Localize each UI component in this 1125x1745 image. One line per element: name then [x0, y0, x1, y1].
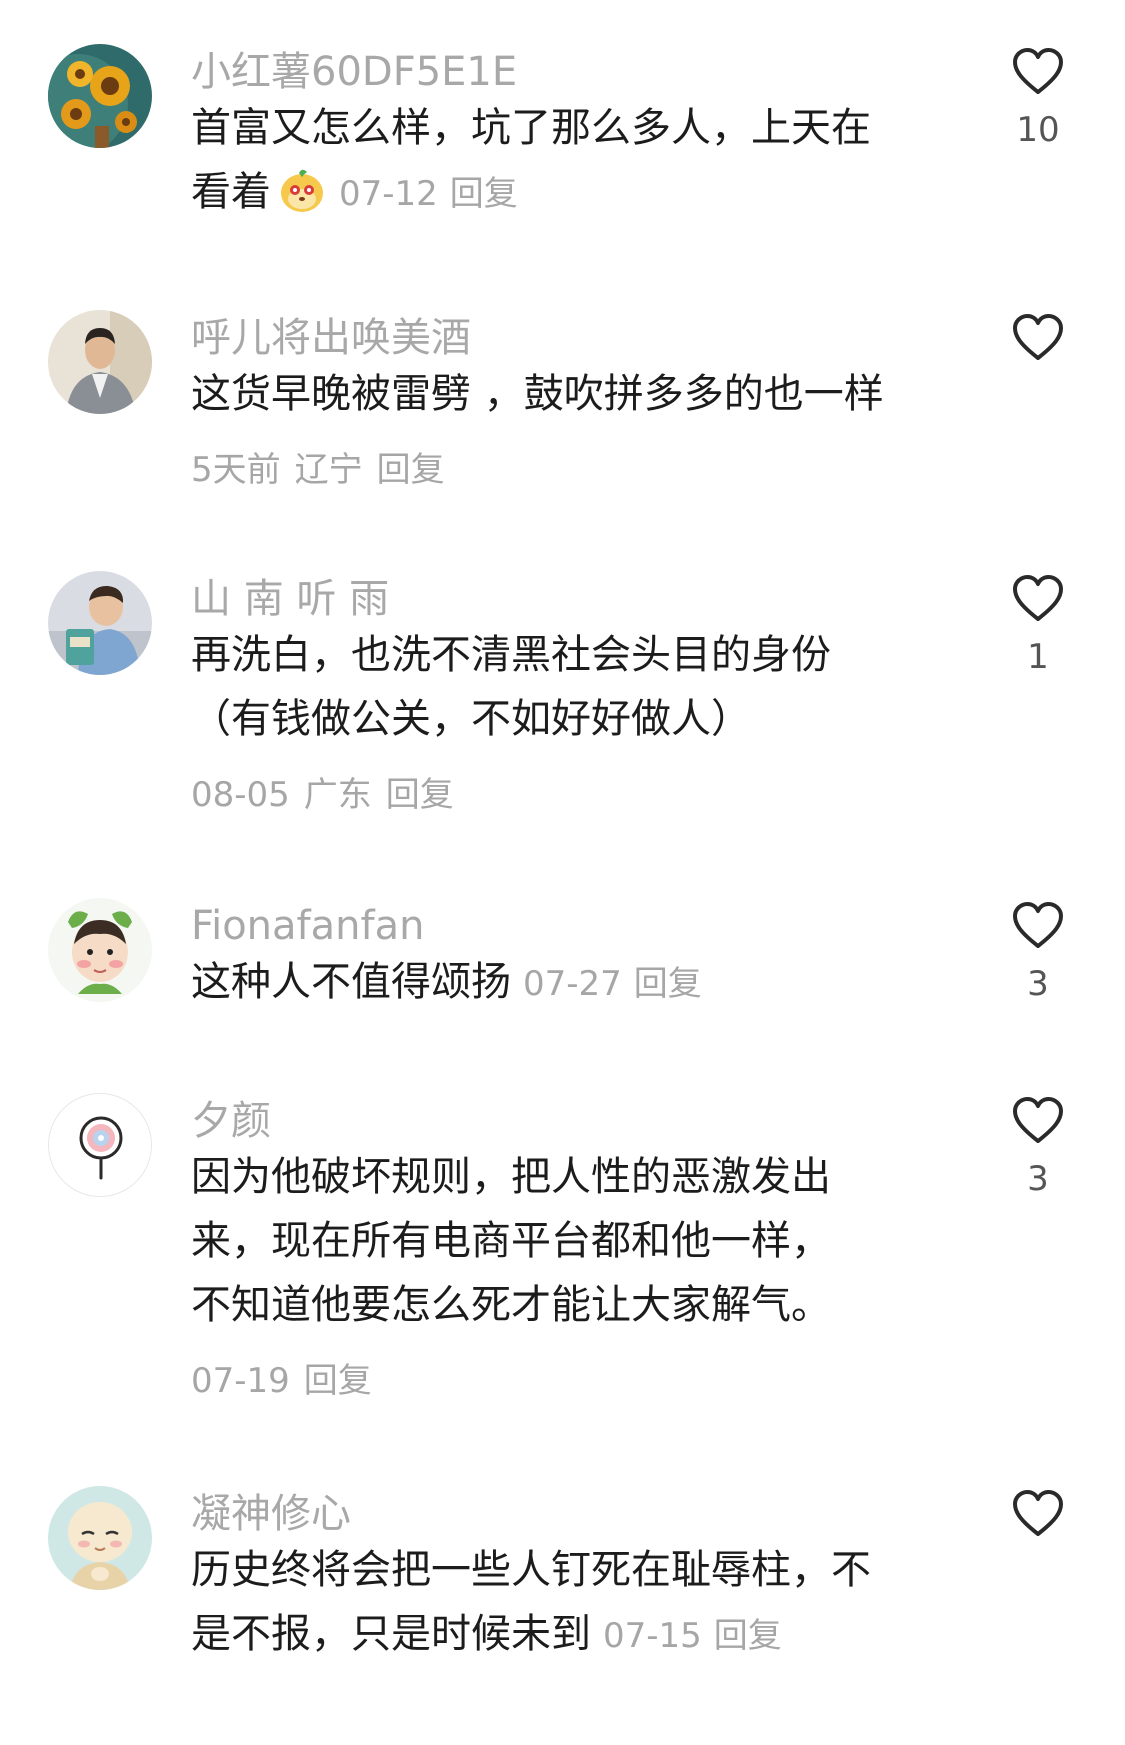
comment-date: 07-27 [523, 964, 622, 1004]
heart-outline-icon [1013, 902, 1063, 948]
comment-date: 07-19 [191, 1361, 290, 1401]
reply-button[interactable]: 回复 [386, 775, 454, 815]
comment-text: 再洗白，也洗不清黑社会头目的身份（有钱做公关，不如好好做人） [191, 632, 831, 742]
comment-date: 5天前 [191, 450, 281, 490]
avatar[interactable] [48, 571, 152, 675]
reply-button[interactable]: 回复 [450, 174, 518, 214]
comment-date: 07-15 [603, 1616, 702, 1656]
username[interactable]: 夕颜 [191, 1099, 271, 1143]
monk-cartoon-avatar-image [48, 1486, 152, 1590]
username[interactable]: 山 南 听 雨 [191, 577, 389, 621]
like-count: 3 [1027, 964, 1049, 1004]
like-button[interactable]: 3 [1005, 902, 1071, 1004]
like-button[interactable]: 1 [1005, 575, 1071, 677]
reply-button[interactable]: 回复 [634, 964, 702, 1004]
comment-text: 因为他破坏规则，把人性的恶激发出来，现在所有电商平台都和他一样，不知道他要怎么死… [191, 1154, 831, 1328]
comment-text-block: 历史终将会把一些人钉死在耻辱柱，不是不报，只是时候未到 07-15 回复 [191, 1538, 871, 1668]
heart-outline-icon [1013, 575, 1063, 621]
sunflower-avatar-image [48, 44, 152, 148]
man-in-suit-avatar-image [48, 310, 152, 414]
username[interactable]: Fionafanfan [191, 904, 424, 948]
like-button[interactable] [1005, 314, 1071, 376]
comment-location: 广东 [303, 775, 372, 815]
baby-cartoon-avatar-image [48, 898, 152, 1002]
like-button[interactable] [1005, 1490, 1071, 1552]
like-count: 3 [1027, 1159, 1049, 1199]
comment-meta: 07-12 回复 [339, 174, 530, 214]
cute-face-emoji-icon [277, 165, 327, 215]
heart-outline-icon [1013, 1097, 1063, 1143]
like-button[interactable]: 3 [1005, 1097, 1071, 1199]
avatar[interactable] [48, 1486, 152, 1590]
username[interactable]: 呼儿将出唤美酒 [191, 316, 471, 360]
heart-outline-icon [1013, 48, 1063, 94]
like-count: 1 [1027, 637, 1049, 677]
heart-outline-icon [1013, 314, 1063, 360]
comment-meta: 07-15 回复 [603, 1616, 794, 1656]
avatar[interactable] [48, 310, 152, 414]
username[interactable]: 小红薯60DF5E1E [191, 50, 517, 94]
comment-meta: 5天前 辽宁 回复 [191, 448, 459, 492]
avatar[interactable] [48, 898, 152, 1002]
comment-text-block: 首富又怎么样，坑了那么多人，上天在看着 07-12 回复 [191, 96, 871, 226]
child-avatar-image [48, 571, 152, 675]
reply-button[interactable]: 回复 [714, 1616, 782, 1656]
username[interactable]: 凝神修心 [191, 1492, 351, 1536]
like-button[interactable]: 10 [1005, 48, 1071, 150]
lollipop-avatar-image [49, 1094, 151, 1196]
comment-text-block: 这种人不值得颂扬 07-27 回复 [191, 950, 951, 1016]
comment-date: 07-12 [339, 174, 438, 214]
comment-meta: 08-05 广东 回复 [191, 773, 468, 817]
comment-meta: 07-19 回复 [191, 1359, 386, 1403]
comment-text: 这种人不值得颂扬 [191, 959, 511, 1005]
comment-location: 辽宁 [294, 450, 363, 490]
comment-meta: 07-27 回复 [523, 964, 714, 1004]
comment-date: 08-05 [191, 775, 290, 815]
heart-outline-icon [1013, 1490, 1063, 1536]
reply-button[interactable]: 回复 [377, 450, 445, 490]
reply-button[interactable]: 回复 [304, 1361, 372, 1401]
avatar[interactable] [48, 44, 152, 148]
comment-text: 这货早晚被雷劈 ，鼓吹拼多多的也一样 [191, 371, 884, 417]
avatar[interactable] [48, 1093, 152, 1197]
like-count: 10 [1016, 110, 1060, 150]
